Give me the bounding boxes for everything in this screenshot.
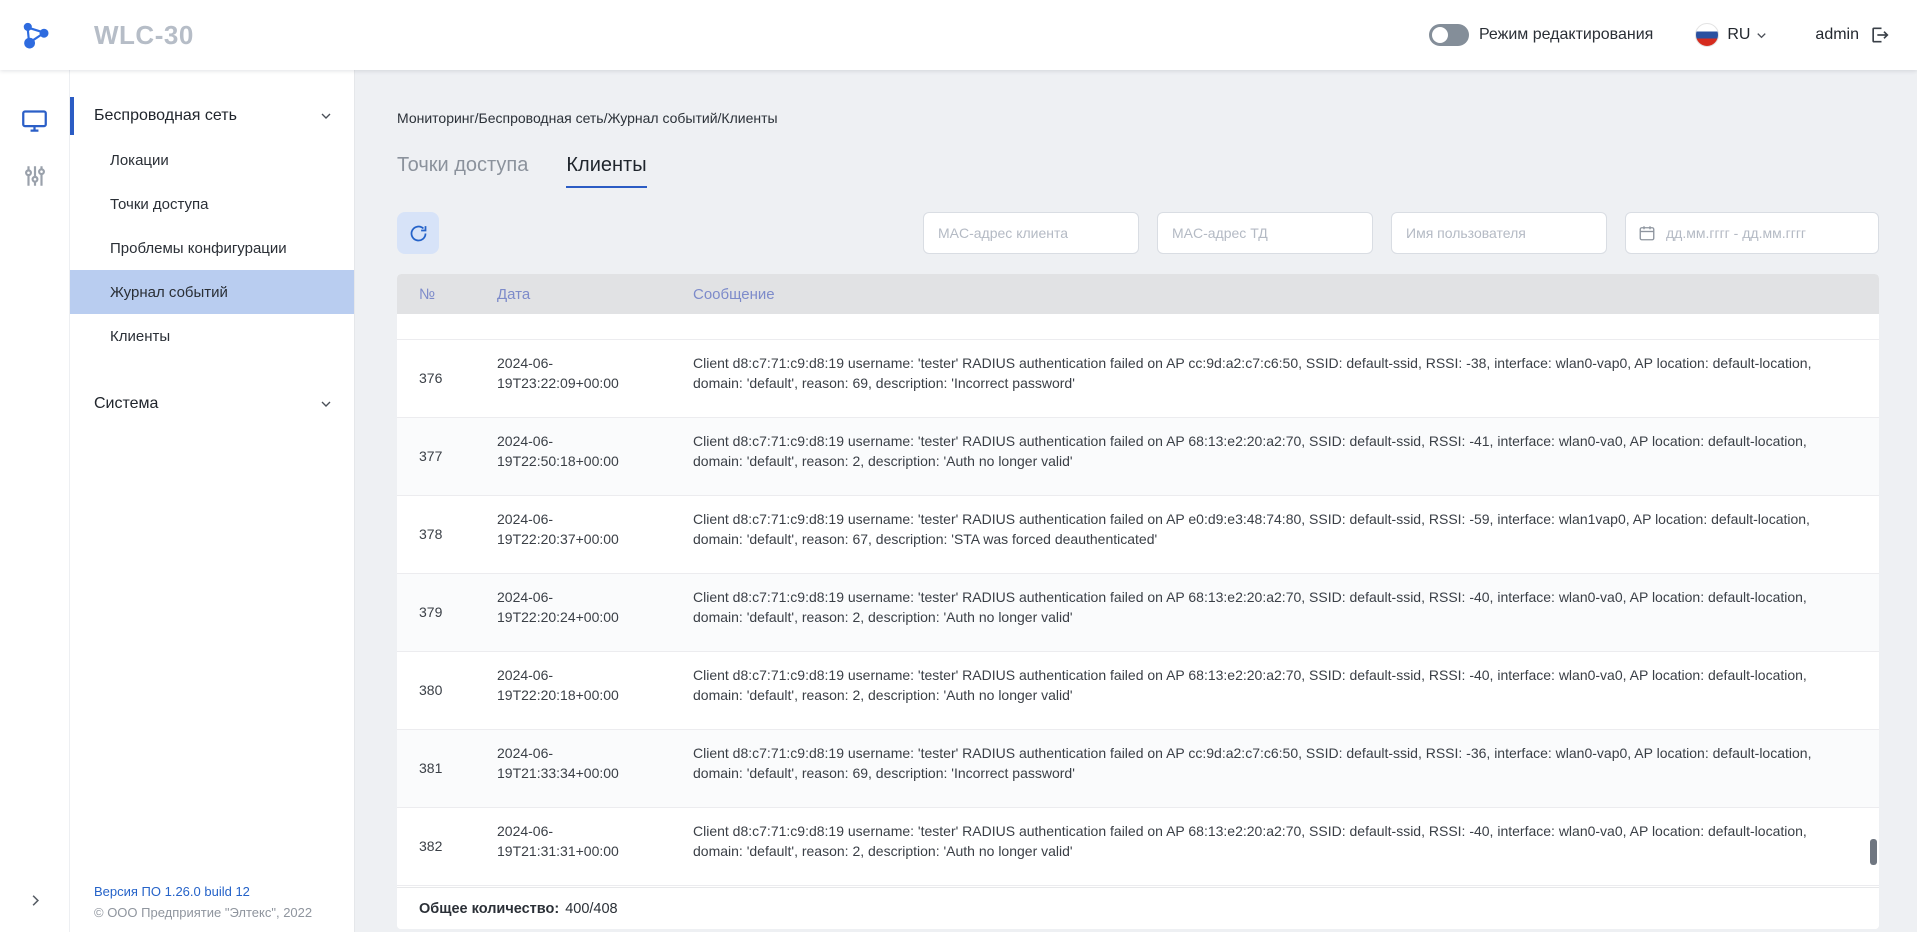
row-message: Client d8:c7:71:c9:d8:19 username: 'test… — [693, 510, 1879, 549]
sidebar-item-event-log[interactable]: Журнал событий — [70, 270, 354, 314]
version-link[interactable]: Версия ПО 1.26.0 build 12 — [94, 884, 342, 899]
section-label: Система — [94, 395, 158, 413]
date-range-text[interactable] — [1666, 213, 1866, 253]
sidebar-item-label: Журнал событий — [110, 284, 228, 301]
table-row[interactable]: 377 2024-06-19T22:50:18+00:00 Client d8:… — [397, 418, 1879, 496]
table-row[interactable]: 378 2024-06-19T22:20:37+00:00 Client d8:… — [397, 496, 1879, 574]
ap-mac-input[interactable] — [1157, 212, 1373, 254]
row-number: 382 — [397, 837, 497, 857]
sidebar-item-label: Точки доступа — [110, 196, 209, 213]
top-bar-right: Режим редактирования RU admin — [1429, 23, 1917, 47]
language-selector[interactable]: RU — [1695, 23, 1769, 47]
table-row[interactable]: 382 2024-06-19T21:31:31+00:00 Client d8:… — [397, 808, 1879, 886]
username-label: admin — [1815, 26, 1859, 44]
table-row[interactable]: 380 2024-06-19T22:20:18+00:00 Client d8:… — [397, 652, 1879, 730]
table-row-partial — [397, 314, 1879, 340]
sidebar-item-label: Клиенты — [110, 328, 170, 345]
vertical-scrollbar-thumb[interactable] — [1870, 839, 1877, 865]
event-table-body: 376 2024-06-19T23:22:09+00:00 Client d8:… — [397, 314, 1879, 887]
sidebar-item-locations[interactable]: Локации — [70, 138, 354, 182]
row-date: 2024-06-19T21:33:34+00:00 — [497, 744, 693, 783]
section-label: Беспроводная сеть — [94, 107, 237, 125]
sidebar-collapse-button[interactable] — [0, 891, 70, 910]
row-date: 2024-06-19T22:20:24+00:00 — [497, 588, 693, 627]
sidebar-item-label: Проблемы конфигурации — [110, 240, 287, 257]
monitor-icon — [21, 107, 48, 134]
total-count-label: Общее количество: — [419, 901, 559, 917]
row-number: 378 — [397, 525, 497, 545]
toggle-knob — [1432, 27, 1448, 43]
table-row[interactable]: 376 2024-06-19T23:22:09+00:00 Client d8:… — [397, 340, 1879, 418]
row-message: Client d8:c7:71:c9:d8:19 username: 'test… — [693, 666, 1879, 705]
copyright-text: © ООО Предприятие "Элтекс", 2022 — [94, 905, 342, 920]
toolbar — [397, 212, 1879, 254]
total-count-value: 400/408 — [565, 901, 617, 917]
client-mac-input[interactable] — [923, 212, 1139, 254]
tabs: Точки доступа Клиенты — [397, 154, 1879, 188]
chevron-down-icon — [318, 396, 334, 412]
refresh-button[interactable] — [397, 212, 439, 254]
user-menu[interactable]: admin — [1815, 25, 1889, 45]
edit-mode-label: Режим редактирования — [1479, 26, 1653, 44]
refresh-icon — [408, 223, 429, 244]
eltex-logo-icon — [17, 17, 53, 53]
chevron-right-icon — [26, 891, 45, 910]
app-title: WLC-30 — [94, 20, 194, 51]
language-label: RU — [1727, 26, 1750, 44]
icon-rail — [0, 70, 70, 932]
sidebar-section-system[interactable]: Система — [70, 382, 354, 426]
row-number: 376 — [397, 369, 497, 389]
sidebar-item-config-problems[interactable]: Проблемы конфигурации — [70, 226, 354, 270]
rail-item-monitoring[interactable] — [0, 92, 69, 148]
row-date: 2024-06-19T22:50:18+00:00 — [497, 432, 693, 471]
column-header-message[interactable]: Сообщение — [693, 286, 1879, 303]
column-header-date[interactable]: Дата — [497, 286, 693, 303]
row-date: 2024-06-19T23:22:09+00:00 — [497, 354, 693, 393]
table-footer: Общее количество: 400/408 — [397, 887, 1879, 929]
chevron-down-icon — [318, 108, 334, 124]
table-header: № Дата Сообщение — [397, 274, 1879, 314]
row-number: 379 — [397, 603, 497, 623]
sidebar-footer: Версия ПО 1.26.0 build 12 © ООО Предприя… — [94, 884, 342, 920]
row-date: 2024-06-19T22:20:18+00:00 — [497, 666, 693, 705]
main-content: Мониторинг/Беспроводная сеть/Журнал собы… — [355, 70, 1917, 932]
rail-item-settings[interactable] — [0, 148, 69, 204]
table-row[interactable]: 379 2024-06-19T22:20:24+00:00 Client d8:… — [397, 574, 1879, 652]
table-row[interactable]: 381 2024-06-19T21:33:34+00:00 Client d8:… — [397, 730, 1879, 808]
sidebar-item-label: Локации — [110, 152, 169, 169]
row-message: Client d8:c7:71:c9:d8:19 username: 'test… — [693, 588, 1879, 627]
tab-access-points[interactable]: Точки доступа — [397, 154, 528, 188]
row-number: 377 — [397, 447, 497, 467]
breadcrumb: Мониторинг/Беспроводная сеть/Журнал собы… — [397, 70, 1879, 126]
logout-icon[interactable] — [1869, 25, 1889, 45]
row-date: 2024-06-19T21:31:31+00:00 — [497, 822, 693, 861]
filter-bar — [923, 212, 1879, 254]
username-input[interactable] — [1391, 212, 1607, 254]
row-number: 381 — [397, 759, 497, 779]
date-range-input[interactable] — [1625, 212, 1879, 254]
row-date: 2024-06-19T22:20:37+00:00 — [497, 510, 693, 549]
row-message: Client d8:c7:71:c9:d8:19 username: 'test… — [693, 822, 1879, 861]
event-log-table: № Дата Сообщение 376 2024-06-19T23:22:09… — [397, 274, 1879, 929]
chevron-down-icon — [1754, 28, 1769, 43]
tab-clients[interactable]: Клиенты — [566, 154, 646, 188]
row-message: Client d8:c7:71:c9:d8:19 username: 'test… — [693, 744, 1879, 783]
sidebar-item-access-points[interactable]: Точки доступа — [70, 182, 354, 226]
ru-flag-icon — [1695, 23, 1719, 47]
edit-mode-toggle[interactable] — [1429, 24, 1469, 46]
calendar-icon[interactable] — [1638, 224, 1656, 242]
app-logo — [0, 17, 70, 53]
sidebar: Беспроводная сеть Локации Точки доступа … — [70, 70, 355, 932]
column-header-num[interactable]: № — [397, 286, 497, 303]
sidebar-section-wireless[interactable]: Беспроводная сеть — [70, 94, 354, 138]
row-message: Client d8:c7:71:c9:d8:19 username: 'test… — [693, 432, 1879, 471]
sliders-icon — [22, 163, 48, 189]
top-bar: WLC-30 Режим редактирования RU admin — [0, 0, 1917, 70]
sidebar-item-clients[interactable]: Клиенты — [70, 314, 354, 358]
row-message: Client d8:c7:71:c9:d8:19 username: 'test… — [693, 354, 1879, 393]
row-number: 380 — [397, 681, 497, 701]
